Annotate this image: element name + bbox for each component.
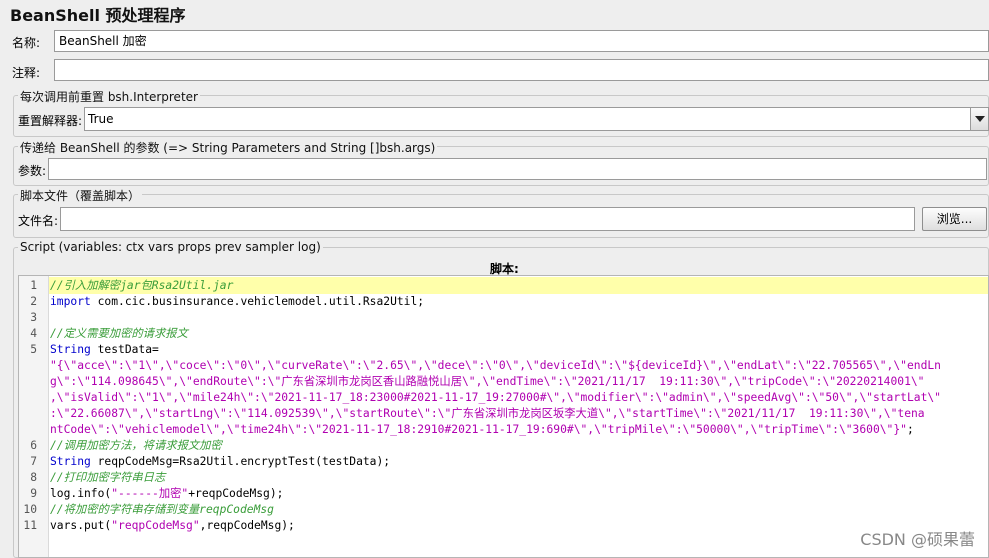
code-line: //打印加密字符串日志: [49, 470, 165, 486]
code-token: log.info(: [50, 487, 112, 500]
line-number: 3: [30, 311, 37, 324]
reset-selected-value: True: [88, 112, 114, 126]
code-token: g\":\"114.098645\",\"endRoute\":\"广东省深圳市…: [50, 375, 925, 388]
chevron-down-icon[interactable]: [970, 108, 988, 130]
reset-label: 重置解释器:: [18, 114, 83, 128]
code-token: //将加密的字符串存储到变量reqpCodeMsg: [50, 503, 274, 516]
line-number: 1: [30, 279, 37, 292]
code-line: log.info("------加密"+reqpCodeMsg);: [49, 486, 283, 502]
comment-field[interactable]: [54, 59, 989, 81]
code-token: "reqpCodeMsg": [111, 519, 200, 532]
code-line: //将加密的字符串存储到变量reqpCodeMsg: [49, 502, 274, 518]
code-token: String: [50, 343, 91, 356]
params-label: 参数:: [18, 164, 47, 178]
line-number: 8: [30, 471, 37, 484]
code-line: :\"22.66087\",\"startLng\":\"114.092539\…: [49, 406, 925, 422]
code-token: //调用加密方法，将请求报文加密: [50, 439, 222, 452]
code-line: "{\"acce\":\"1\",\"coce\":\"0\",\"curveR…: [49, 358, 941, 374]
code-token: ,\"isValid\":\"1\",\"mile24h\":\"2021-11…: [50, 391, 941, 404]
code-line: //引入加解密jar包Rsa2Util.jar: [49, 278, 233, 294]
params-group-title: 传递给 BeanShell 的参数 (=> String Parameters …: [18, 139, 438, 156]
code-token: import: [50, 295, 91, 308]
params-field[interactable]: [48, 158, 987, 180]
line-number-gutter: 1 2 3 4 5 6 7 8 9 10 11: [19, 276, 49, 557]
code-token: com.cic.businsurance.vehiclemodel.util.R…: [90, 295, 425, 308]
code-line: ,\"isValid\":\"1\",\"mile24h\":\"2021-11…: [49, 390, 941, 406]
script-editor[interactable]: 1 2 3 4 5 6 7 8 9 10 11 //引入加解密jar包Rsa2Util.jar imp…: [18, 275, 989, 558]
code-token: "{\"acce\":\"1\",\"coce\":\"0\",\"curveR…: [50, 359, 941, 372]
reset-group-title: 每次调用前重置 bsh.Interpreter: [18, 88, 200, 105]
code-line: String testData=: [49, 342, 159, 358]
code-line: //定义需要加密的请求报文: [49, 326, 188, 342]
line-number: 6: [30, 439, 37, 452]
code-line: import com.cic.businsurance.vehiclemodel…: [49, 294, 424, 310]
line-number: 5: [30, 343, 37, 356]
name-field[interactable]: BeanShell 加密: [54, 30, 989, 52]
code-token: //打印加密字符串日志: [50, 471, 166, 484]
code-token: ;: [906, 423, 914, 436]
code-line: String reqpCodeMsg=Rsa2Util.encryptTest(…: [49, 454, 390, 470]
line-number: 9: [30, 487, 37, 500]
code-line: ntCode\":\"vehiclemodel\",\"time24h\":\"…: [49, 422, 914, 438]
file-group-title: 脚本文件（覆盖脚本）: [18, 187, 143, 204]
filename-label: 文件名:: [18, 214, 59, 228]
code-line: //调用加密方法，将请求报文加密: [49, 438, 222, 454]
code-token: "------加密": [111, 487, 189, 500]
code-token: ntCode\":\"vehiclemodel\",\"time24h\":\"…: [50, 423, 907, 436]
filename-field[interactable]: [60, 207, 915, 231]
code-token: testData=: [90, 343, 159, 356]
code-token: //引入加解密jar包Rsa2Util.jar: [50, 279, 234, 292]
code-token: //定义需要加密的请求报文: [50, 327, 188, 340]
line-number: 7: [30, 455, 37, 468]
csdn-watermark: CSDN @硕果蕾: [860, 530, 975, 549]
code-line: vars.put("reqpCodeMsg",reqpCodeMsg);: [49, 518, 295, 534]
code-token: :\"22.66087\",\"startLng\":\"114.092539\…: [50, 407, 925, 420]
code-token: +reqpCodeMsg);: [188, 487, 284, 500]
line-number: 10: [23, 503, 37, 516]
window-title: BeanShell 预处理程序: [10, 6, 186, 25]
code-token: String: [50, 455, 91, 468]
code-token: reqpCodeMsg=Rsa2Util.encryptTest(testDat…: [90, 455, 391, 468]
code-token: ,reqpCodeMsg);: [199, 519, 295, 532]
browse-button[interactable]: 浏览...: [922, 207, 987, 231]
line-number: 2: [30, 295, 37, 308]
code-token: vars.put(: [50, 519, 112, 532]
script-group-title: Script (variables: ctx vars props prev s…: [18, 240, 323, 254]
reset-interpreter-select[interactable]: True: [84, 107, 989, 131]
name-label: 名称:: [12, 36, 41, 50]
comment-label: 注释:: [12, 66, 41, 80]
code-line: g\":\"114.098645\",\"endRoute\":\"广东省深圳市…: [49, 374, 924, 390]
line-number: 4: [30, 327, 37, 340]
line-number: 11: [23, 519, 37, 532]
